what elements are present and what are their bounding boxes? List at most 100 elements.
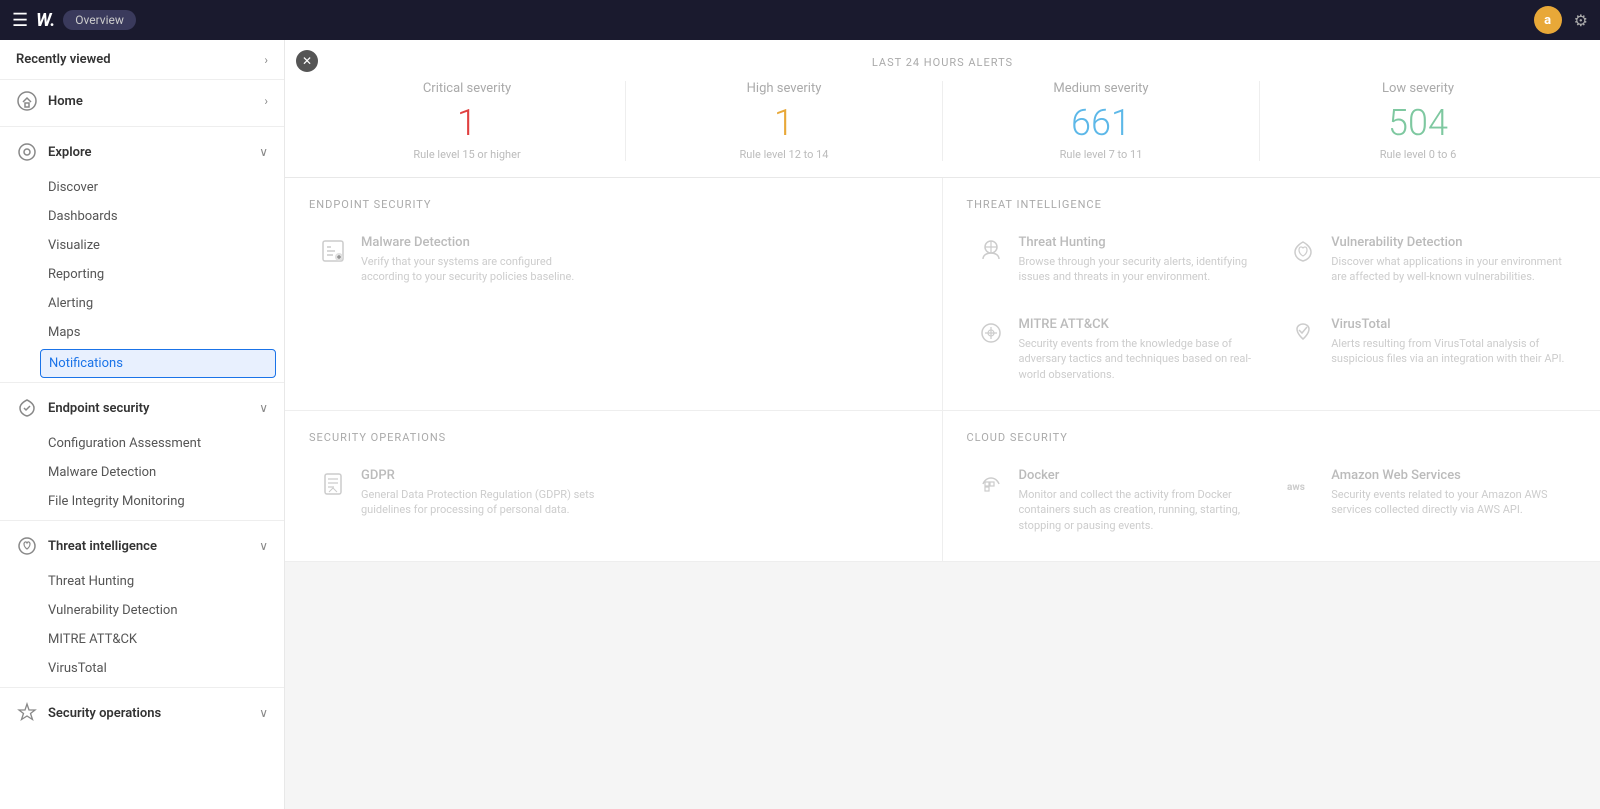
cloud-security-section: CLOUD SECURITY Docker Monitor an	[943, 411, 1600, 562]
recently-viewed-chevron: ›	[264, 53, 268, 67]
explore-chevron: ∨	[259, 145, 268, 159]
empty-card-1	[621, 227, 917, 293]
threat-icon	[16, 535, 38, 557]
high-sub: Rule level 12 to 14	[626, 148, 942, 161]
sidebar-sub-mitre[interactable]: MITRE ATT&CK	[0, 625, 284, 654]
medium-sub: Rule level 7 to 11	[943, 148, 1259, 161]
security-operations-section: SECURITY OPERATIONS GDPR General Data Pr…	[285, 411, 943, 562]
home-label: Home	[48, 94, 254, 109]
user-avatar[interactable]: a	[1534, 6, 1562, 34]
aws-card[interactable]: aws Amazon Web Services Security events …	[1279, 460, 1576, 541]
sidebar-item-threat[interactable]: Threat intelligence ∨	[0, 525, 284, 567]
close-button[interactable]: ✕	[296, 50, 318, 72]
docker-card[interactable]: Docker Monitor and collect the activity …	[967, 460, 1264, 541]
mitre-info: MITRE ATT&CK Security events from the kn…	[1019, 317, 1256, 382]
top-bar: ☰ W. Overview a ⚙	[0, 0, 1600, 40]
medium-value: 661	[943, 102, 1259, 144]
endpoint-module-grid: Malware Detection Verify that your syste…	[309, 227, 918, 293]
app-logo: W.	[36, 10, 55, 31]
critical-severity-stat[interactable]: Critical severity 1 Rule level 15 or hig…	[309, 81, 625, 161]
low-severity-stat[interactable]: Low severity 504 Rule level 0 to 6	[1259, 81, 1576, 161]
threat-hunting-card[interactable]: Threat Hunting Browse through your secur…	[967, 227, 1264, 293]
virustotal-card[interactable]: VirusTotal Alerts resulting from VirusTo…	[1279, 309, 1576, 390]
explore-label: Explore	[48, 145, 249, 160]
recently-viewed-header[interactable]: Recently viewed ›	[0, 40, 284, 80]
endpoint-security-section: ENDPOINT SECURITY Malware Detection	[285, 178, 943, 411]
cloud-security-label: CLOUD SECURITY	[967, 431, 1577, 444]
sidebar-sub-notifications[interactable]: Notifications	[40, 349, 276, 378]
sidebar-item-endpoint[interactable]: Endpoint security ∨	[0, 387, 284, 429]
vuln-detection-info: Vulnerability Detection Discover what ap…	[1331, 235, 1568, 285]
medium-label: Medium severity	[943, 81, 1259, 96]
high-label: High severity	[626, 81, 942, 96]
docker-title: Docker	[1019, 468, 1256, 483]
sidebar-sub-alerting[interactable]: Alerting	[0, 289, 284, 318]
aws-title: Amazon Web Services	[1331, 468, 1568, 483]
alert-stats-bar: LAST 24 HOURS ALERTS Critical severity 1…	[285, 40, 1600, 178]
medium-severity-stat[interactable]: Medium severity 661 Rule level 7 to 11	[942, 81, 1259, 161]
virustotal-info: VirusTotal Alerts resulting from VirusTo…	[1331, 317, 1568, 367]
aws-icon: aws	[1287, 468, 1319, 500]
explore-icon	[16, 141, 38, 163]
mitre-card[interactable]: MITRE ATT&CK Security events from the kn…	[967, 309, 1264, 390]
malware-detection-card[interactable]: Malware Detection Verify that your syste…	[309, 227, 605, 293]
vuln-detection-title: Vulnerability Detection	[1331, 235, 1568, 250]
critical-value: 1	[309, 102, 625, 144]
gdpr-title: GDPR	[361, 468, 597, 483]
svg-text:aws: aws	[1287, 482, 1305, 493]
sidebar-sub-visualize[interactable]: Visualize	[0, 231, 284, 260]
endpoint-section-label: ENDPOINT SECURITY	[309, 198, 918, 211]
malware-detection-icon	[317, 235, 349, 267]
sidebar-sub-dashboards[interactable]: Dashboards	[0, 202, 284, 231]
critical-sub: Rule level 15 or higher	[309, 148, 625, 161]
docker-info: Docker Monitor and collect the activity …	[1019, 468, 1256, 533]
low-value: 504	[1260, 102, 1576, 144]
threat-label: Threat intelligence	[48, 539, 249, 554]
docker-desc: Monitor and collect the activity from Do…	[1019, 487, 1256, 533]
sidebar-sub-malware-detection[interactable]: Malware Detection	[0, 458, 284, 487]
threat-chevron: ∨	[259, 539, 268, 553]
threat-hunting-title: Threat Hunting	[1019, 235, 1256, 250]
divider-2	[0, 382, 284, 383]
sidebar-sub-virustotal[interactable]: VirusTotal	[0, 654, 284, 683]
aws-desc: Security events related to your Amazon A…	[1331, 487, 1568, 518]
sidebar-sub-discover[interactable]: Discover	[0, 173, 284, 202]
sidebar-item-home[interactable]: Home ›	[0, 80, 284, 122]
high-severity-stat[interactable]: High severity 1 Rule level 12 to 14	[625, 81, 942, 161]
sidebar-sub-vuln-detection[interactable]: Vulnerability Detection	[0, 596, 284, 625]
empty-card-2	[621, 460, 917, 526]
alert-stats-row: Critical severity 1 Rule level 15 or hig…	[309, 81, 1576, 161]
gdpr-card[interactable]: GDPR General Data Protection Regulation …	[309, 460, 605, 526]
security-ops-chevron: ∨	[259, 706, 268, 720]
high-value: 1	[626, 102, 942, 144]
sidebar-sub-maps[interactable]: Maps	[0, 318, 284, 347]
menu-icon[interactable]: ☰	[12, 10, 28, 31]
gdpr-icon	[317, 468, 349, 500]
sidebar-item-explore[interactable]: Explore ∨	[0, 131, 284, 173]
endpoint-chevron: ∨	[259, 401, 268, 415]
security-ops-module-grid: GDPR General Data Protection Regulation …	[309, 460, 918, 526]
vuln-detection-card[interactable]: Vulnerability Detection Discover what ap…	[1279, 227, 1576, 293]
sidebar-item-security-ops[interactable]: Security operations ∨	[0, 692, 284, 734]
threat-hunting-desc: Browse through your security alerts, ide…	[1019, 254, 1256, 285]
overview-tab[interactable]: Overview	[63, 10, 136, 30]
mitre-title: MITRE ATT&CK	[1019, 317, 1256, 332]
malware-detection-info: Malware Detection Verify that your syste…	[361, 235, 597, 285]
low-sub: Rule level 0 to 6	[1260, 148, 1576, 161]
sidebar-sub-config-assessment[interactable]: Configuration Assessment	[0, 429, 284, 458]
malware-detection-title: Malware Detection	[361, 235, 597, 250]
main-content: LAST 24 HOURS ALERTS Critical severity 1…	[285, 40, 1600, 562]
sidebar-sub-reporting[interactable]: Reporting	[0, 260, 284, 289]
security-ops-section-label: SECURITY OPERATIONS	[309, 431, 918, 444]
gdpr-desc: General Data Protection Regulation (GDPR…	[361, 487, 597, 518]
endpoint-label: Endpoint security	[48, 401, 249, 416]
cloud-module-grid: Docker Monitor and collect the activity …	[967, 460, 1577, 541]
sidebar-sub-threat-hunting[interactable]: Threat Hunting	[0, 567, 284, 596]
gear-icon[interactable]: ⚙	[1574, 11, 1588, 30]
vuln-detection-desc: Discover what applications in your envir…	[1331, 254, 1568, 285]
home-chevron: ›	[264, 94, 268, 108]
threat-intelligence-section: THREAT INTELLIGENCE Threat Hunting Brows…	[943, 178, 1600, 411]
dashboard-grid: ENDPOINT SECURITY Malware Detection	[285, 178, 1600, 562]
sidebar-sub-file-integrity[interactable]: File Integrity Monitoring	[0, 487, 284, 516]
alerts-label: LAST 24 HOURS ALERTS	[309, 56, 1576, 69]
